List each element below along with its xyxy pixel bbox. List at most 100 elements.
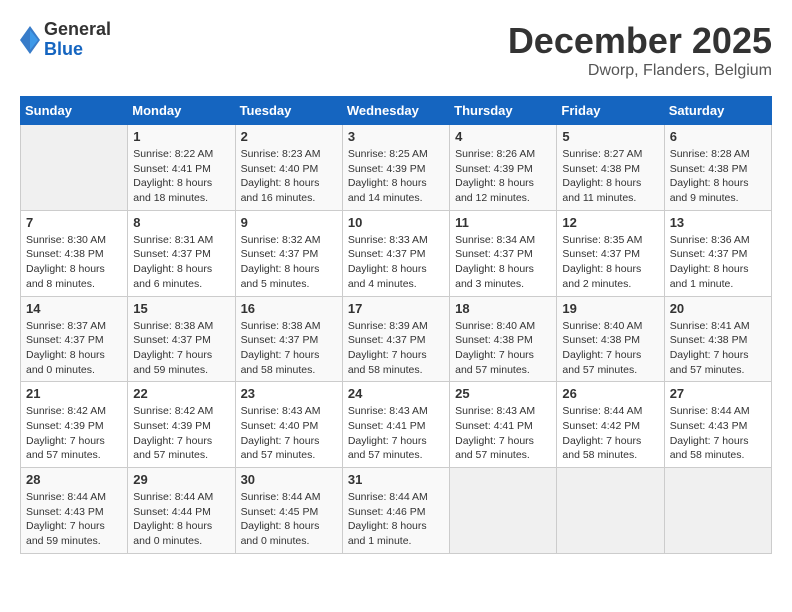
day-info: Sunrise: 8:28 AMSunset: 4:38 PMDaylight:… — [670, 147, 766, 206]
day-number: 19 — [562, 301, 658, 316]
day-info: Sunrise: 8:43 AMSunset: 4:41 PMDaylight:… — [348, 404, 444, 463]
day-of-week-header: Saturday — [664, 97, 771, 125]
month-title: December 2025 — [508, 20, 772, 62]
calendar-cell: 23 Sunrise: 8:43 AMSunset: 4:40 PMDayligh… — [235, 382, 342, 468]
day-number: 22 — [133, 386, 229, 401]
calendar-cell: 4 Sunrise: 8:26 AMSunset: 4:39 PMDaylight… — [450, 125, 557, 211]
day-number: 14 — [26, 301, 122, 316]
day-info: Sunrise: 8:44 AMSunset: 4:42 PMDaylight:… — [562, 404, 658, 463]
day-info: Sunrise: 8:23 AMSunset: 4:40 PMDaylight:… — [241, 147, 337, 206]
day-number: 6 — [670, 129, 766, 144]
day-info: Sunrise: 8:36 AMSunset: 4:37 PMDaylight:… — [670, 233, 766, 292]
day-info: Sunrise: 8:44 AMSunset: 4:43 PMDaylight:… — [26, 490, 122, 549]
calendar-cell: 24 Sunrise: 8:43 AMSunset: 4:41 PMDayligh… — [342, 382, 449, 468]
calendar-week-row: 14Sunrise: 8:37 AMSunset: 4:37 PMDayligh… — [21, 296, 772, 382]
calendar-cell — [21, 125, 128, 211]
calendar-cell: 5 Sunrise: 8:27 AMSunset: 4:38 PMDaylight… — [557, 125, 664, 211]
day-number: 27 — [670, 386, 766, 401]
day-info: Sunrise: 8:38 AMSunset: 4:37 PMDaylight:… — [133, 319, 229, 378]
day-number: 9 — [241, 215, 337, 230]
day-info: Sunrise: 8:25 AMSunset: 4:39 PMDaylight:… — [348, 147, 444, 206]
calendar-cell: 26 Sunrise: 8:44 AMSunset: 4:42 PMDayligh… — [557, 382, 664, 468]
day-of-week-header: Friday — [557, 97, 664, 125]
calendar-cell: 18 Sunrise: 8:40 AMSunset: 4:38 PMDayligh… — [450, 296, 557, 382]
calendar-cell: 7 Sunrise: 8:30 AMSunset: 4:38 PMDaylight… — [21, 210, 128, 296]
day-info: Sunrise: 8:26 AMSunset: 4:39 PMDaylight:… — [455, 147, 551, 206]
calendar-week-row: 7 Sunrise: 8:30 AMSunset: 4:38 PMDaylight… — [21, 210, 772, 296]
calendar-cell: 29 Sunrise: 8:44 AMSunset: 4:44 PMDayligh… — [128, 468, 235, 554]
calendar-cell: 22 Sunrise: 8:42 AMSunset: 4:39 PMDayligh… — [128, 382, 235, 468]
calendar-cell: 11Sunrise: 8:34 AMSunset: 4:37 PMDayligh… — [450, 210, 557, 296]
calendar-cell: 12 Sunrise: 8:35 AMSunset: 4:37 PMDayligh… — [557, 210, 664, 296]
day-number: 15 — [133, 301, 229, 316]
day-number: 8 — [133, 215, 229, 230]
calendar-cell — [664, 468, 771, 554]
calendar-cell: 21 Sunrise: 8:42 AMSunset: 4:39 PMDayligh… — [21, 382, 128, 468]
calendar-cell — [557, 468, 664, 554]
day-number: 18 — [455, 301, 551, 316]
title-block: December 2025 Dworp, Flanders, Belgium — [508, 20, 772, 80]
day-number: 4 — [455, 129, 551, 144]
day-of-week-header: Tuesday — [235, 97, 342, 125]
calendar-cell: 10Sunrise: 8:33 AMSunset: 4:37 PMDayligh… — [342, 210, 449, 296]
day-of-week-header: Sunday — [21, 97, 128, 125]
calendar-cell: 25 Sunrise: 8:43 AMSunset: 4:41 PMDayligh… — [450, 382, 557, 468]
calendar-cell: 17 Sunrise: 8:39 AMSunset: 4:37 PMDayligh… — [342, 296, 449, 382]
day-info: Sunrise: 8:30 AMSunset: 4:38 PMDaylight:… — [26, 233, 122, 292]
calendar-cell: 31 Sunrise: 8:44 AMSunset: 4:46 PMDayligh… — [342, 468, 449, 554]
day-info: Sunrise: 8:39 AMSunset: 4:37 PMDaylight:… — [348, 319, 444, 378]
day-number: 1 — [133, 129, 229, 144]
calendar-cell: 30Sunrise: 8:44 AMSunset: 4:45 PMDayligh… — [235, 468, 342, 554]
day-number: 31 — [348, 472, 444, 487]
day-info: Sunrise: 8:38 AMSunset: 4:37 PMDaylight:… — [241, 319, 337, 378]
day-number: 24 — [348, 386, 444, 401]
day-info: Sunrise: 8:42 AMSunset: 4:39 PMDaylight:… — [26, 404, 122, 463]
calendar-cell: 14Sunrise: 8:37 AMSunset: 4:37 PMDayligh… — [21, 296, 128, 382]
day-number: 29 — [133, 472, 229, 487]
calendar-cell: 27 Sunrise: 8:44 AMSunset: 4:43 PMDayligh… — [664, 382, 771, 468]
calendar-cell: 28Sunrise: 8:44 AMSunset: 4:43 PMDayligh… — [21, 468, 128, 554]
day-number: 26 — [562, 386, 658, 401]
day-number: 16 — [241, 301, 337, 316]
day-info: Sunrise: 8:35 AMSunset: 4:37 PMDaylight:… — [562, 233, 658, 292]
day-info: Sunrise: 8:22 AMSunset: 4:41 PMDaylight:… — [133, 147, 229, 206]
calendar-cell: 8Sunrise: 8:31 AMSunset: 4:37 PMDaylight… — [128, 210, 235, 296]
calendar-week-row: 21 Sunrise: 8:42 AMSunset: 4:39 PMDayligh… — [21, 382, 772, 468]
calendar-cell: 9Sunrise: 8:32 AMSunset: 4:37 PMDaylight… — [235, 210, 342, 296]
calendar-week-row: 28Sunrise: 8:44 AMSunset: 4:43 PMDayligh… — [21, 468, 772, 554]
day-number: 12 — [562, 215, 658, 230]
day-number: 17 — [348, 301, 444, 316]
calendar-cell: 6 Sunrise: 8:28 AMSunset: 4:38 PMDaylight… — [664, 125, 771, 211]
day-info: Sunrise: 8:34 AMSunset: 4:37 PMDaylight:… — [455, 233, 551, 292]
day-number: 10 — [348, 215, 444, 230]
day-info: Sunrise: 8:27 AMSunset: 4:38 PMDaylight:… — [562, 147, 658, 206]
calendar-cell: 13Sunrise: 8:36 AMSunset: 4:37 PMDayligh… — [664, 210, 771, 296]
day-info: Sunrise: 8:44 AMSunset: 4:44 PMDaylight:… — [133, 490, 229, 549]
location: Dworp, Flanders, Belgium — [508, 62, 772, 80]
calendar-cell: 3Sunrise: 8:25 AMSunset: 4:39 PMDaylight… — [342, 125, 449, 211]
day-info: Sunrise: 8:43 AMSunset: 4:40 PMDaylight:… — [241, 404, 337, 463]
logo-general: General — [44, 20, 111, 40]
logo-text: General Blue — [44, 20, 111, 60]
day-number: 25 — [455, 386, 551, 401]
day-number: 21 — [26, 386, 122, 401]
day-number: 5 — [562, 129, 658, 144]
logo-icon — [20, 26, 40, 54]
day-number: 30 — [241, 472, 337, 487]
day-info: Sunrise: 8:42 AMSunset: 4:39 PMDaylight:… — [133, 404, 229, 463]
day-info: Sunrise: 8:44 AMSunset: 4:43 PMDaylight:… — [670, 404, 766, 463]
day-number: 23 — [241, 386, 337, 401]
day-of-week-header: Monday — [128, 97, 235, 125]
day-of-week-header: Wednesday — [342, 97, 449, 125]
calendar-header-row: SundayMondayTuesdayWednesdayThursdayFrid… — [21, 97, 772, 125]
day-number: 7 — [26, 215, 122, 230]
calendar-table: SundayMondayTuesdayWednesdayThursdayFrid… — [20, 96, 772, 554]
calendar-cell: 15 Sunrise: 8:38 AMSunset: 4:37 PMDayligh… — [128, 296, 235, 382]
calendar-week-row: 1 Sunrise: 8:22 AMSunset: 4:41 PMDaylight… — [21, 125, 772, 211]
day-info: Sunrise: 8:41 AMSunset: 4:38 PMDaylight:… — [670, 319, 766, 378]
day-info: Sunrise: 8:43 AMSunset: 4:41 PMDaylight:… — [455, 404, 551, 463]
day-info: Sunrise: 8:44 AMSunset: 4:46 PMDaylight:… — [348, 490, 444, 549]
logo: General Blue — [20, 20, 111, 60]
page-header: General Blue December 2025 Dworp, Flande… — [20, 20, 772, 80]
day-info: Sunrise: 8:40 AMSunset: 4:38 PMDaylight:… — [455, 319, 551, 378]
